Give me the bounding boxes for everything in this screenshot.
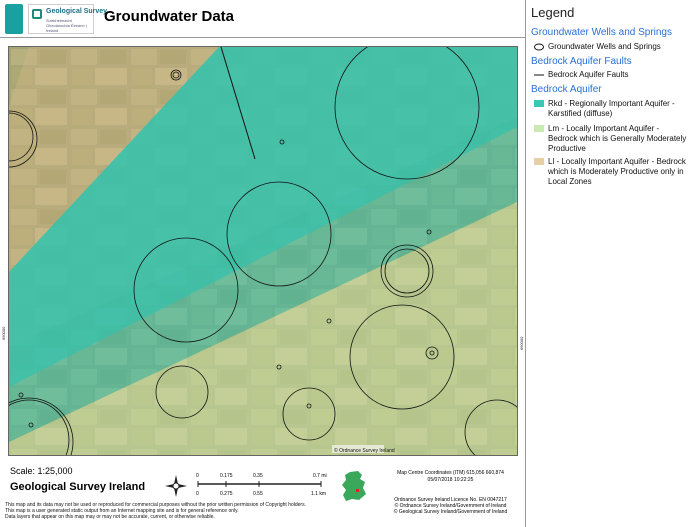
gsi-logo: Geological Survey Suirbhéireacht Gheolaí… — [28, 4, 107, 34]
legend-label-wells: Groundwater Wells and Springs — [548, 42, 661, 51]
scale-km-2: 0.55 — [253, 491, 263, 497]
scale-km-0: 0 — [196, 491, 199, 497]
legend-label-ll: Ll - Locally Important Aquifer - Bedrock… — [548, 157, 686, 186]
legend-label-rkd: Rkd - Regionally Important Aquifer - Kar… — [548, 99, 675, 118]
legend-item-ll: Ll - Locally Important Aquifer - Bedrock… — [534, 157, 688, 187]
osi-credit: © Ordnance Survey Ireland — [334, 447, 395, 454]
ireland-locator-icon — [342, 471, 366, 501]
legend-item-rkd: Rkd - Regionally Important Aquifer - Kar… — [534, 99, 688, 119]
legend-section-wells: Groundwater Wells and Springs — [531, 27, 672, 38]
rkd-swatch — [534, 100, 544, 107]
map-datetime: 05/07/2018 10:22:25 — [427, 477, 474, 483]
license-info: Ordnance Survey Ireland Licence No. EN 0… — [378, 497, 523, 515]
gsi-logo-icon — [5, 4, 23, 34]
map-centre: Map Centre Coordinates (ITM) 615,056 660… — [397, 470, 504, 476]
legend-item-wells: Groundwater Wells and Springs — [534, 42, 688, 52]
lm-swatch — [534, 125, 544, 132]
map-info: Map Centre Coordinates (ITM) 615,056 660… — [378, 470, 523, 484]
map-canvas[interactable]: © Ordnance Survey Ireland — [9, 47, 517, 455]
copyright-gsi: © Geological Survey Ireland/Government o… — [393, 509, 508, 515]
scale-mi-0: 0 — [196, 473, 199, 479]
map-view[interactable]: © Ordnance Survey Ireland — [8, 46, 518, 456]
page-title: Groundwater Data — [104, 8, 235, 25]
north-arrow-icon — [165, 475, 187, 497]
scale-km-1: 0.275 — [220, 491, 233, 497]
scale-bar: 0 0.175 0.35 0.7 mi 0 0.275 0.55 1.1 km — [196, 473, 327, 497]
logo-name: Geological Survey — [46, 8, 108, 15]
legend-section-aquifer: Bedrock Aquifer — [531, 84, 602, 95]
scale-km-3: 1.1 km — [311, 491, 326, 497]
fault-line-icon — [534, 74, 544, 76]
legend-label-lm: Lm - Locally Important Aquifer - Bedrock… — [548, 124, 687, 153]
scale-mi-1: 0.175 — [220, 473, 233, 479]
organisation-name: Geological Survey Ireland — [10, 481, 146, 493]
logo-subtitle: Suirbhéireacht Gheolaíochta Éireann | Ir… — [46, 18, 87, 33]
legend-panel: Legend Groundwater Wells and Springs Gro… — [528, 0, 696, 527]
legend-label-faults: Bedrock Aquifer Faults — [548, 70, 629, 79]
scale-text: Scale: 1:25,000 — [10, 466, 73, 476]
legend-item-lm: Lm - Locally Important Aquifer - Bedrock… — [534, 124, 688, 154]
well-circle-icon — [534, 43, 544, 51]
legend-section-faults: Bedrock Aquifer Faults — [531, 56, 632, 67]
legend-item-faults: Bedrock Aquifer Faults — [534, 70, 688, 80]
ll-swatch — [534, 158, 544, 165]
scale-mi-3: 0.7 mi — [313, 473, 327, 479]
disclaimer-line-3: Data layers that appear on this map may … — [5, 514, 215, 520]
disclaimer: This map and its data may not be used or… — [5, 502, 345, 520]
coord-right: 660000 — [519, 336, 524, 350]
map-header: Geological Survey Suirbhéireacht Gheolaí… — [0, 0, 526, 38]
coord-left: 660000 — [1, 326, 6, 340]
legend-title: Legend — [531, 5, 575, 20]
gsi-mark-icon — [32, 9, 42, 19]
scale-mi-2: 0.35 — [253, 473, 263, 479]
